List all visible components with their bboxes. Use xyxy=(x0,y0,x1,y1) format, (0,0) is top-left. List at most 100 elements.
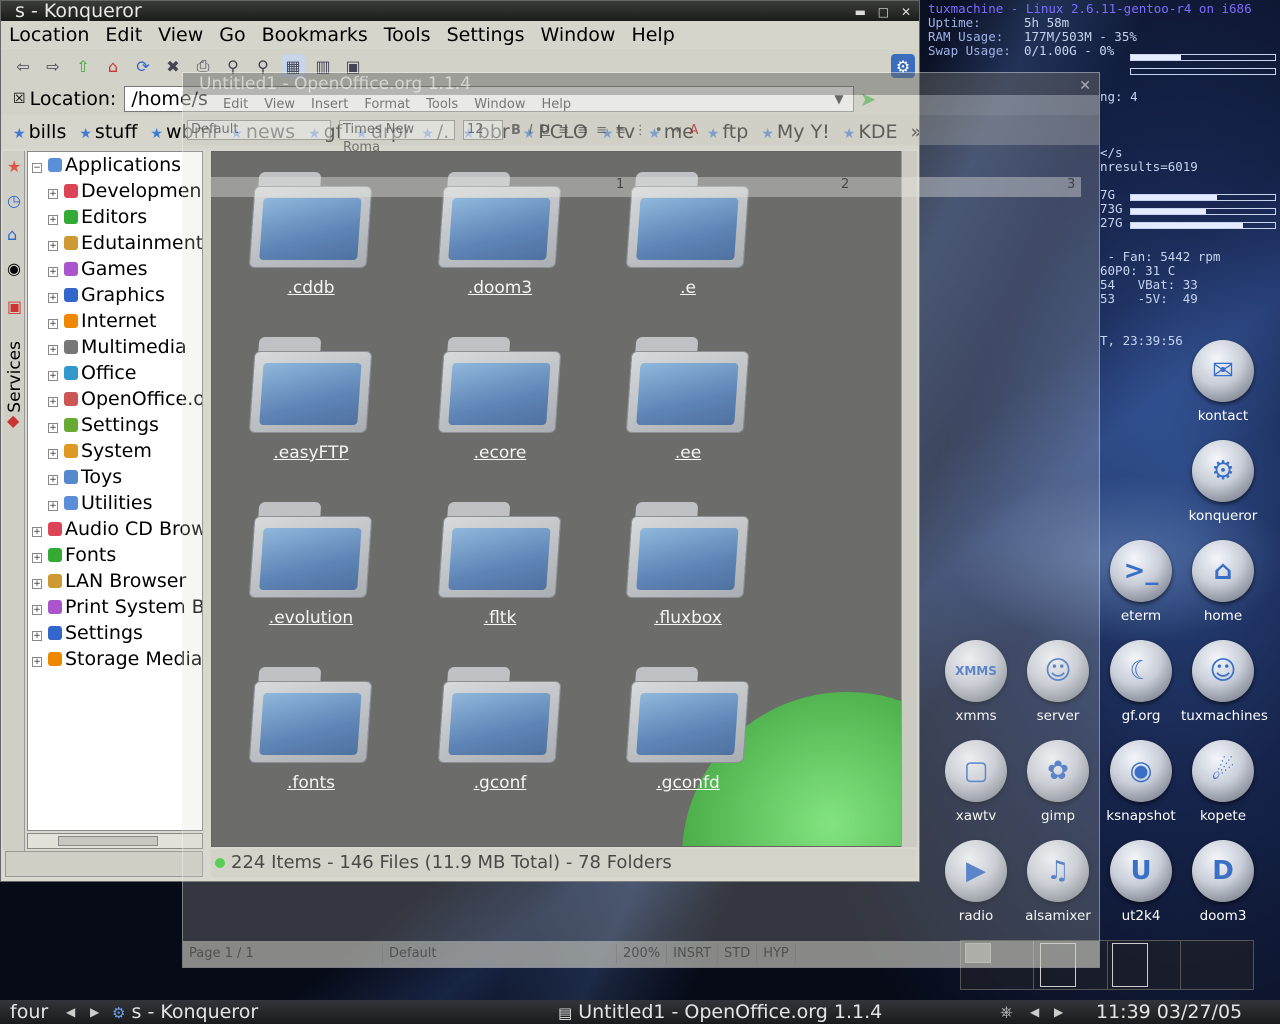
bookmark-item[interactable]: bills xyxy=(13,121,67,143)
tree-item[interactable]: + Settings xyxy=(28,620,202,646)
clear-location-icon[interactable]: ☒ xyxy=(13,91,26,107)
desktop-icon-tuxmachines[interactable]: ☺ tuxmachines xyxy=(1181,640,1268,724)
oo-std-status[interactable]: STD xyxy=(718,944,758,964)
oo-menu-format[interactable]: Format xyxy=(364,95,410,115)
tree-item[interactable]: + Toys xyxy=(28,464,202,490)
back-icon[interactable]: ⇦ xyxy=(11,54,35,78)
task-konqueror[interactable]: ⚙ s - Konqueror xyxy=(112,1000,258,1024)
media-tab-icon[interactable]: ◉ xyxy=(7,259,21,278)
pager-desk-4[interactable] xyxy=(1181,941,1253,989)
desktop-icon-home[interactable]: ⌂ home xyxy=(1181,540,1265,624)
expand-icon[interactable]: + xyxy=(32,657,42,667)
menu-help[interactable]: Help xyxy=(631,24,674,46)
tree-item[interactable]: + LAN Browser xyxy=(28,568,202,594)
window-buttons[interactable]: ▬ □ ✕ xyxy=(855,2,915,22)
next-desktop-icon[interactable]: ▶ xyxy=(90,1000,99,1024)
tree-item[interactable]: + Storage Media xyxy=(28,646,202,672)
oo-insert-status[interactable]: INSRT xyxy=(667,944,719,964)
desktop-icon-doom3[interactable]: Ddoom3 xyxy=(1181,840,1265,924)
expand-icon[interactable]: + xyxy=(48,449,58,459)
font-color-icon[interactable]: A xyxy=(689,123,698,138)
bookmarks-tab-icon[interactable]: ★ xyxy=(7,157,21,176)
desktop-icon-gf-org[interactable]: ☾ gf.org xyxy=(1099,640,1183,724)
desktop-icon-konqueror[interactable]: ⚙ konqueror xyxy=(1181,440,1265,524)
expand-icon[interactable]: + xyxy=(48,475,58,485)
font-size-select[interactable]: 12 xyxy=(463,120,503,140)
oo-hyp-status[interactable]: HYP xyxy=(757,944,796,964)
pin-tab-icon[interactable]: ◆ xyxy=(7,411,19,430)
expand-icon[interactable]: + xyxy=(48,371,58,381)
expand-icon[interactable]: + xyxy=(48,293,58,303)
desktop-icon-eterm[interactable]: >_ eterm xyxy=(1099,540,1183,624)
tree-item[interactable]: + Multimedia xyxy=(28,334,202,360)
tree-item[interactable]: + Development xyxy=(28,178,202,204)
tree-hscrollbar[interactable] xyxy=(27,833,203,849)
current-desktop-label[interactable]: four xyxy=(10,1000,48,1024)
oo-zoom-status[interactable]: 200% xyxy=(617,944,668,964)
desktop-icon-kopete[interactable]: ☄ kopete xyxy=(1181,740,1265,824)
up-icon[interactable]: ⇧ xyxy=(71,54,95,78)
bookmark-item[interactable]: stuff xyxy=(79,121,137,143)
menu-tools[interactable]: Tools xyxy=(384,24,431,46)
expand-icon[interactable]: + xyxy=(32,605,42,615)
justify-icon[interactable]: ≡ xyxy=(615,123,626,138)
tree-item[interactable]: + Games xyxy=(28,256,202,282)
expand-icon[interactable]: + xyxy=(48,397,58,407)
oo-menu-insert[interactable]: Insert xyxy=(311,95,348,115)
collapse-icon[interactable]: − xyxy=(32,163,42,173)
bullets-icon[interactable]: • xyxy=(655,123,663,138)
tree-item[interactable]: + Fonts xyxy=(28,542,202,568)
tree-item[interactable]: − Applications xyxy=(28,152,202,178)
reload-icon[interactable]: ⟳ xyxy=(131,54,155,78)
align-left-icon[interactable]: ≡ xyxy=(558,123,569,138)
tray-left-icon[interactable]: ◀ xyxy=(1030,1000,1039,1024)
openoffice-titlebar[interactable]: Untitled1 - OpenOffice.org 1.1.4 ✕ xyxy=(183,73,1099,95)
pager-desk-3[interactable] xyxy=(1108,941,1181,989)
italic-icon[interactable]: I xyxy=(529,123,533,138)
expand-icon[interactable]: + xyxy=(48,501,58,511)
indent-icon[interactable]: ⇥ xyxy=(671,123,682,138)
bold-icon[interactable]: B xyxy=(511,123,521,138)
oo-menu-edit[interactable]: Edit xyxy=(223,95,248,115)
desktop-icon-ksnapshot[interactable]: ◉ ksnapshot xyxy=(1099,740,1183,824)
services-tab[interactable]: Services xyxy=(5,341,25,413)
home-tab-icon[interactable]: ⌂ xyxy=(7,225,17,244)
menu-view[interactable]: View xyxy=(158,24,203,46)
menu-bookmarks[interactable]: Bookmarks xyxy=(262,24,368,46)
menu-location[interactable]: Location xyxy=(9,24,89,46)
expand-icon[interactable]: + xyxy=(32,553,42,563)
menu-settings[interactable]: Settings xyxy=(447,24,525,46)
oo-menu-view[interactable]: View xyxy=(264,95,295,115)
folder-tab-icon[interactable]: ▣ xyxy=(7,297,22,316)
forward-icon[interactable]: ⇨ xyxy=(41,54,65,78)
tree-item[interactable]: + Graphics xyxy=(28,282,202,308)
oo-menu-window[interactable]: Window xyxy=(474,95,525,115)
expand-icon[interactable]: + xyxy=(48,319,58,329)
expand-icon[interactable]: + xyxy=(48,345,58,355)
font-name-select[interactable]: Times New Roma xyxy=(339,120,455,155)
tray-right-icon[interactable]: ▶ xyxy=(1054,1000,1063,1024)
expand-icon[interactable]: + xyxy=(32,579,42,589)
desktop-icon-kontact[interactable]: ✉ kontact xyxy=(1181,340,1265,424)
prev-desktop-icon[interactable]: ◀ xyxy=(66,1000,75,1024)
history-tab-icon[interactable]: ◷ xyxy=(7,191,21,210)
tree-item[interactable]: + Settings xyxy=(28,412,202,438)
desktop-icon-ut2k4[interactable]: Uut2k4 xyxy=(1099,840,1183,924)
task-openoffice[interactable]: ▤ Untitled1 - OpenOffice.org 1.1.4 xyxy=(558,1000,882,1024)
menu-go[interactable]: Go xyxy=(219,24,245,46)
oo-close-icon[interactable]: ✕ xyxy=(1079,75,1091,97)
menu-window[interactable]: Window xyxy=(541,24,616,46)
expand-icon[interactable]: + xyxy=(48,423,58,433)
numbering-icon[interactable]: ⋮ xyxy=(634,123,647,138)
expand-icon[interactable]: + xyxy=(48,267,58,277)
oo-menu-help[interactable]: Help xyxy=(541,95,571,115)
menu-edit[interactable]: Edit xyxy=(105,24,142,46)
clock[interactable]: 11:39 03/27/05 xyxy=(1096,1000,1242,1024)
underline-icon[interactable]: U xyxy=(541,123,551,138)
tree-item[interactable]: + Utilities xyxy=(28,490,202,516)
expand-icon[interactable]: + xyxy=(48,215,58,225)
tree-item[interactable]: + Office xyxy=(28,360,202,386)
tree-scroll-thumb[interactable] xyxy=(58,836,158,846)
konqueror-titlebar[interactable]: s - Konqueror ▬ □ ✕ xyxy=(1,1,919,21)
tree-item[interactable]: + Internet xyxy=(28,308,202,334)
